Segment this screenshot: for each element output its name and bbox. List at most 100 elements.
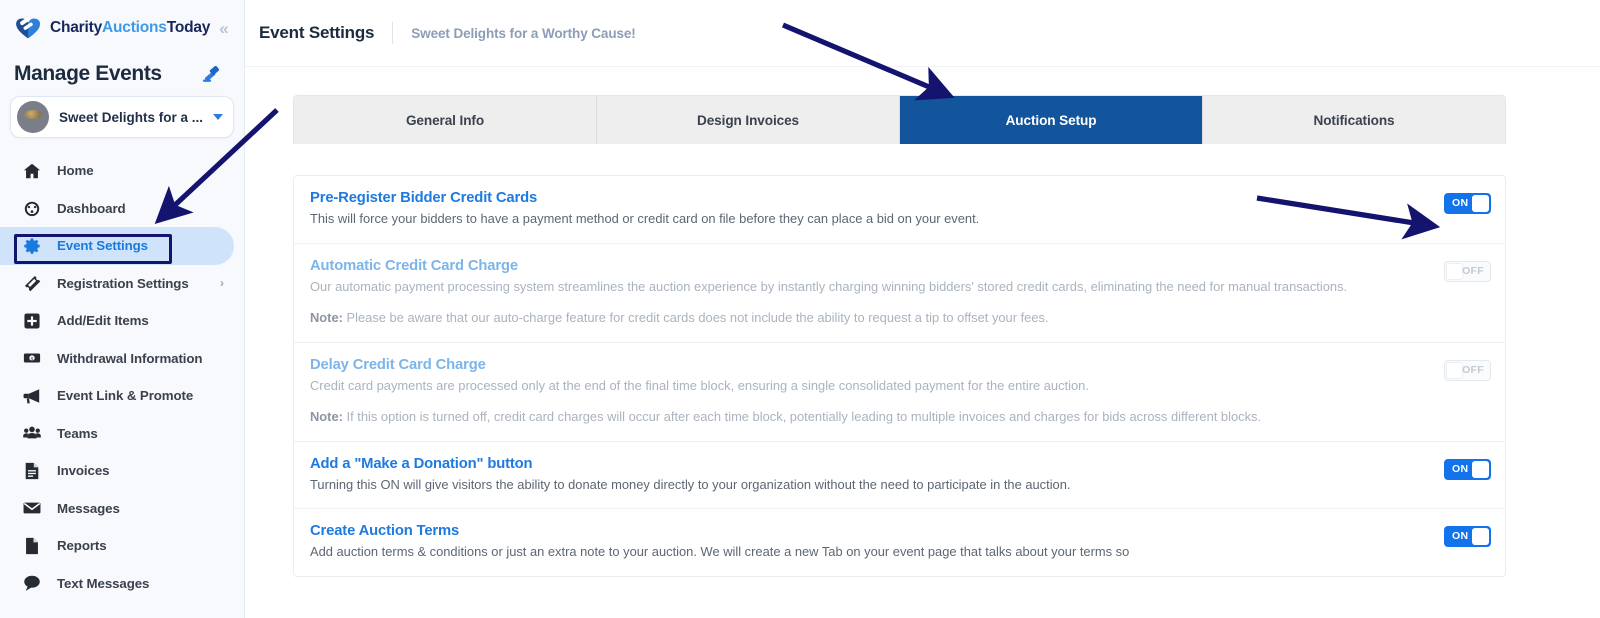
setting-note: Note: Please be aware that our auto-char… bbox=[310, 309, 1400, 328]
envelope-icon bbox=[22, 499, 41, 518]
note-label: Note: bbox=[310, 409, 343, 424]
sidebar-item-label: Messages bbox=[57, 500, 120, 516]
tab-auction-setup[interactable]: Auction Setup bbox=[900, 96, 1203, 144]
setting-description: Our automatic payment processing system … bbox=[310, 278, 1348, 294]
megaphone-icon bbox=[22, 386, 41, 405]
double-chevron-left-icon[interactable]: « bbox=[219, 20, 228, 37]
setting-description: Turning this ON will give visitors the a… bbox=[310, 476, 1071, 492]
setting-text: Delay Credit Card Charge Credit card pay… bbox=[310, 357, 1439, 427]
sidebar-item-withdrawal-information[interactable]: $ Withdrawal Information bbox=[0, 340, 244, 378]
sidebar-item-reports[interactable]: Reports bbox=[0, 527, 244, 565]
report-page-icon bbox=[22, 536, 41, 555]
settings-tabs: General Info Design Invoices Auction Set… bbox=[293, 95, 1506, 144]
sidebar-item-label: Add/Edit Items bbox=[57, 313, 149, 329]
toggle-create-auction-terms[interactable]: ON bbox=[1444, 526, 1491, 547]
page-header: Event Settings Sweet Delights for a Wort… bbox=[245, 0, 1600, 67]
setting-text: Automatic Credit Card Charge Our automat… bbox=[310, 258, 1439, 328]
page-title: Event Settings bbox=[259, 23, 375, 42]
event-name-subtitle: Sweet Delights for a Worthy Cause! bbox=[411, 25, 636, 41]
plus-box-icon bbox=[22, 311, 41, 330]
settings-content: General Info Design Invoices Auction Set… bbox=[245, 67, 1600, 577]
sidebar-item-messages[interactable]: Messages bbox=[0, 490, 244, 528]
toggle-label: OFF bbox=[1462, 363, 1484, 376]
ticket-icon bbox=[22, 274, 41, 293]
toggle-label: ON bbox=[1452, 197, 1469, 209]
event-selector[interactable]: Sweet Delights for a ... bbox=[10, 96, 234, 138]
toggle-container: OFF bbox=[1439, 357, 1491, 381]
sidebar-item-text-messages[interactable]: Text Messages bbox=[0, 565, 244, 603]
toggle-label: ON bbox=[1452, 462, 1469, 475]
toggle-knob bbox=[1472, 195, 1489, 212]
brand-name-part1: Charity bbox=[50, 19, 103, 36]
sidebar-item-invoices[interactable]: Invoices bbox=[0, 452, 244, 490]
sidebar-item-add-edit-items[interactable]: Add/Edit Items bbox=[0, 302, 244, 340]
toggle-delay-credit-card-charge[interactable]: OFF bbox=[1444, 359, 1491, 381]
sidebar-item-event-link-promote[interactable]: Event Link & Promote bbox=[0, 377, 244, 415]
sidebar-item-home[interactable]: Home bbox=[0, 152, 244, 190]
chevron-right-icon[interactable]: › bbox=[220, 276, 224, 290]
sidebar-item-registration-settings[interactable]: Registration Settings › bbox=[0, 265, 244, 303]
sidebar-item-label: Teams bbox=[57, 425, 98, 441]
gavel-icon bbox=[202, 64, 222, 84]
sidebar-item-dashboard[interactable]: Dashboard bbox=[0, 190, 244, 228]
manage-events-header: Manage Events bbox=[0, 56, 244, 96]
setting-description: This will force your bidders to have a p… bbox=[310, 211, 980, 226]
setting-note: Note: If this option is turned off, cred… bbox=[310, 408, 1400, 427]
sidebar-item-label: Home bbox=[57, 163, 94, 179]
note-text: Please be aware that our auto-charge fea… bbox=[346, 310, 1049, 325]
toggle-container: OFF bbox=[1439, 258, 1491, 282]
setting-title[interactable]: Create Auction Terms bbox=[310, 523, 1419, 539]
sidebar-item-teams[interactable]: Teams bbox=[0, 415, 244, 453]
setting-title[interactable]: Automatic Credit Card Charge bbox=[310, 258, 1419, 274]
setting-description: Credit card payments are processed only … bbox=[310, 377, 1089, 393]
toggle-container: ON bbox=[1439, 190, 1491, 214]
setting-row-pre-register-bidder-credit-cards: Pre-Register Bidder Credit Cards This wi… bbox=[294, 176, 1505, 244]
toggle-pre-register-bidder-credit-cards[interactable]: ON bbox=[1444, 193, 1491, 214]
sidebar-item-label: Withdrawal Information bbox=[57, 350, 203, 366]
chat-bubble-icon bbox=[22, 574, 41, 593]
sidebar-item-label: Invoices bbox=[57, 463, 110, 479]
toggle-knob bbox=[1472, 528, 1489, 545]
toggle-container: ON bbox=[1439, 456, 1491, 480]
sidebar-item-label: Event Link & Promote bbox=[57, 388, 194, 404]
avatar bbox=[17, 101, 49, 133]
brand-name-part3: Today bbox=[166, 19, 211, 36]
setting-description: Add auction terms & conditions or just a… bbox=[310, 544, 1130, 559]
toggle-label: OFF bbox=[1462, 264, 1484, 277]
auction-setup-panel: Pre-Register Bidder Credit Cards This wi… bbox=[293, 175, 1506, 577]
brand-header: CharityAuctionsToday « bbox=[0, 0, 244, 56]
tab-notifications[interactable]: Notifications bbox=[1203, 96, 1505, 144]
toggle-make-a-donation-button[interactable]: ON bbox=[1444, 458, 1491, 480]
highlight-box-event-settings bbox=[14, 234, 172, 264]
money-icon: $ bbox=[22, 349, 41, 368]
toggle-knob bbox=[1446, 361, 1463, 379]
people-icon bbox=[22, 424, 41, 443]
home-icon bbox=[22, 161, 41, 180]
setting-title[interactable]: Delay Credit Card Charge bbox=[310, 357, 1419, 373]
caret-down-icon[interactable] bbox=[213, 114, 223, 120]
manage-events-title: Manage Events bbox=[14, 62, 162, 85]
sidebar-nav: Home Dashboard Event Settings Registrati… bbox=[0, 148, 244, 602]
note-label: Note: bbox=[310, 310, 343, 325]
setting-row-create-auction-terms: Create Auction Terms Add auction terms &… bbox=[294, 509, 1505, 576]
setting-text: Pre-Register Bidder Credit Cards This wi… bbox=[310, 190, 1439, 229]
note-text: If this option is turned off, credit car… bbox=[346, 409, 1262, 424]
setting-title[interactable]: Pre-Register Bidder Credit Cards bbox=[310, 190, 1419, 206]
tab-design-invoices[interactable]: Design Invoices bbox=[597, 96, 900, 144]
toggle-knob bbox=[1446, 262, 1463, 280]
sidebar: CharityAuctionsToday « Manage Events Swe… bbox=[0, 0, 245, 618]
toggle-label: ON bbox=[1452, 530, 1469, 542]
tab-general-info[interactable]: General Info bbox=[294, 96, 597, 144]
setting-title[interactable]: Add a "Make a Donation" button bbox=[310, 456, 1419, 472]
setting-text: Create Auction Terms Add auction terms &… bbox=[310, 523, 1439, 562]
brand-name-part2: Auctions bbox=[102, 19, 167, 36]
brand-name: CharityAuctionsToday bbox=[50, 19, 210, 37]
event-selector-value: Sweet Delights for a ... bbox=[58, 109, 204, 125]
setting-row-delay-credit-card-charge: Delay Credit Card Charge Credit card pay… bbox=[294, 343, 1505, 442]
heart-gavel-logo-icon bbox=[14, 15, 44, 41]
sidebar-item-label: Reports bbox=[57, 538, 107, 554]
setting-text: Add a "Make a Donation" button Turning t… bbox=[310, 456, 1439, 495]
invoice-document-icon bbox=[22, 461, 41, 480]
toggle-automatic-credit-card-charge[interactable]: OFF bbox=[1444, 260, 1491, 282]
sidebar-item-label: Text Messages bbox=[57, 575, 150, 591]
